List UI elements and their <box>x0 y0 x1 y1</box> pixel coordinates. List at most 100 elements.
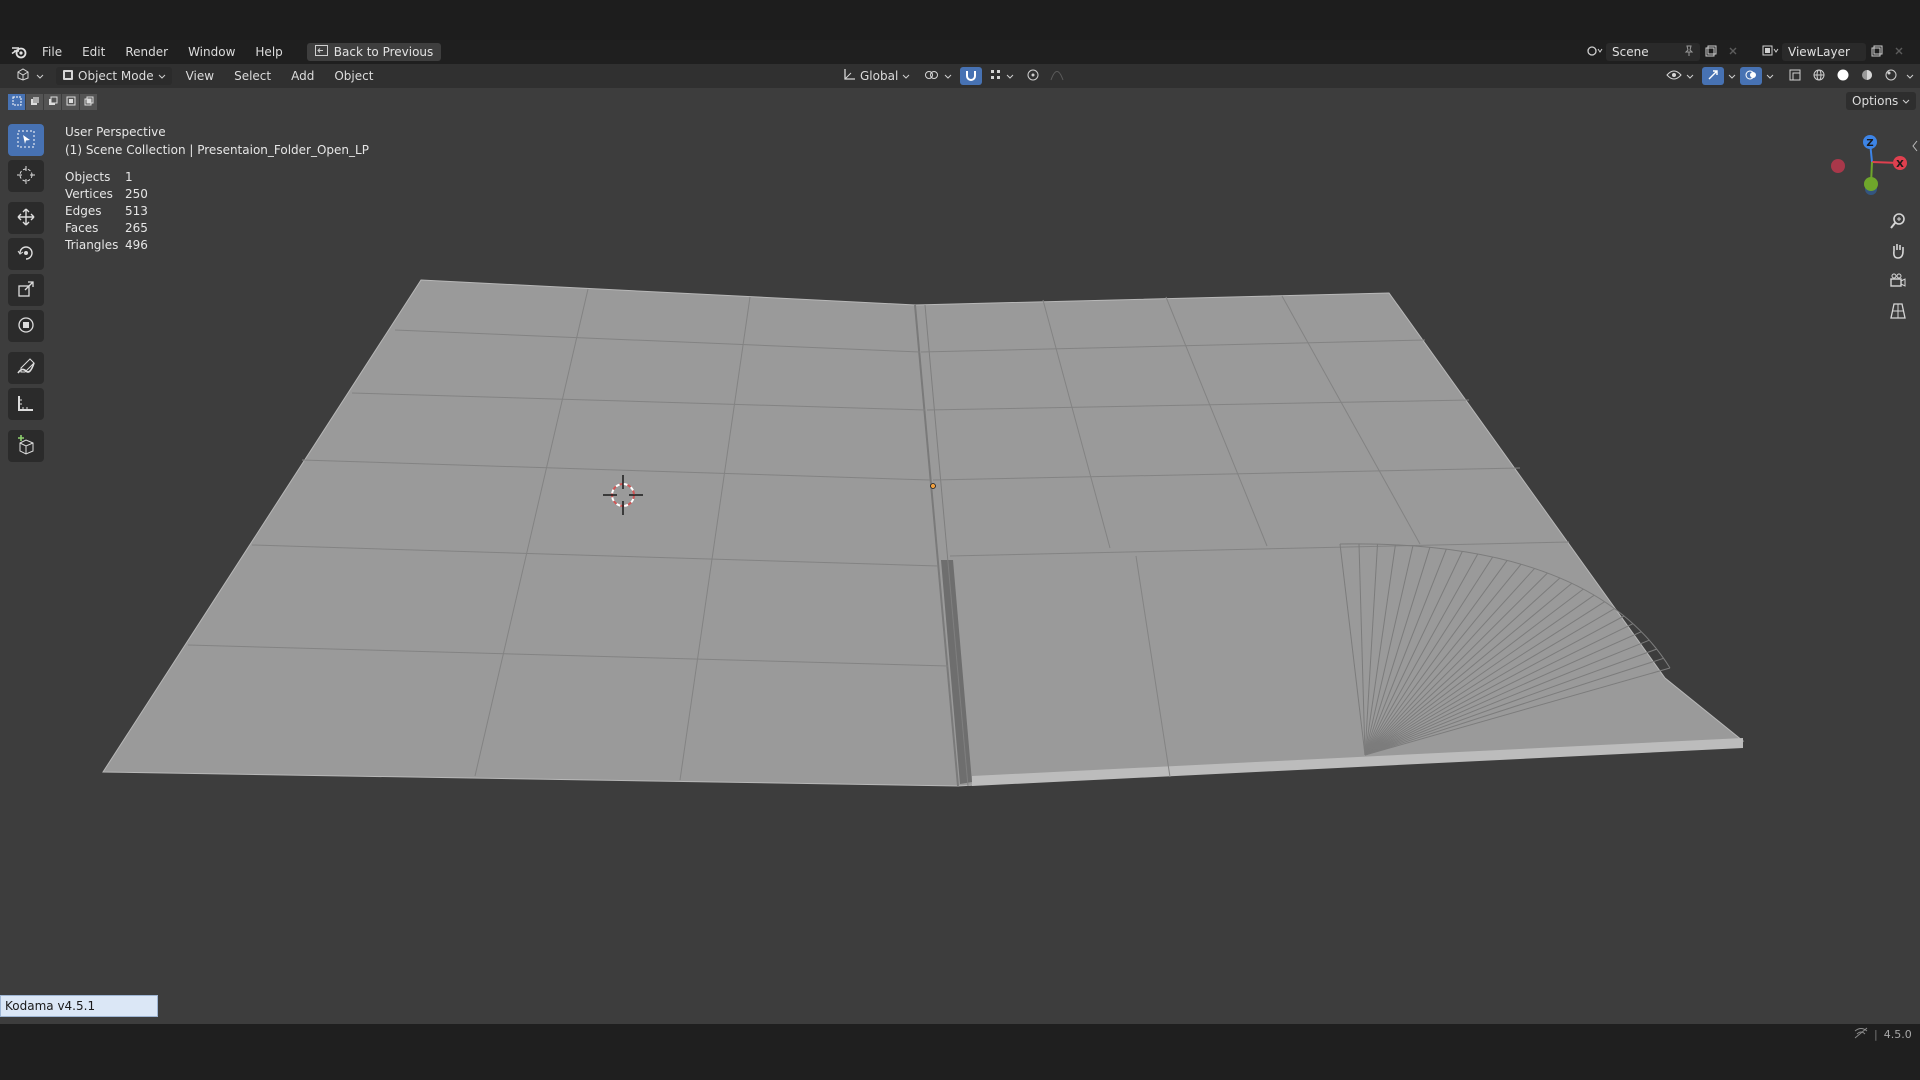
transform-orientation-dropdown[interactable]: Global <box>836 67 916 85</box>
viewlayer-selector-group: ViewLayer <box>1760 43 1910 61</box>
header-menu-select[interactable]: Select <box>224 64 281 88</box>
pin-icon[interactable] <box>1684 45 1694 60</box>
solid-sphere-icon <box>1837 69 1849 84</box>
stat-value: 496 <box>125 238 148 252</box>
transform-tool[interactable] <box>8 310 44 342</box>
viewlayer-browse-button[interactable] <box>1760 43 1782 61</box>
folder-left-panel <box>102 279 959 787</box>
solid-shading-button[interactable] <box>1832 67 1854 85</box>
scale-tool[interactable] <box>8 274 44 306</box>
delete-scene-button[interactable] <box>1722 43 1744 61</box>
select-intersect-icon <box>84 95 94 109</box>
proportional-falloff-button[interactable] <box>1046 67 1068 85</box>
hand-pan-icon <box>1889 242 1907 263</box>
stat-row: Edges 513 <box>65 203 148 220</box>
cursor-tool[interactable] <box>8 160 44 192</box>
object-mode-label: Object Mode <box>78 69 154 83</box>
overlays-options-dropdown[interactable] <box>1764 67 1776 85</box>
header-menu-add[interactable]: Add <box>281 64 324 88</box>
move-tool[interactable] <box>8 202 44 234</box>
sidebar-toggle-icon[interactable] <box>1911 140 1919 155</box>
proportional-editing-icon <box>1027 69 1039 84</box>
view-perspective-label: User Perspective <box>65 125 166 139</box>
object-origin-dot <box>930 483 936 489</box>
scene-selector-group: Scene <box>1584 43 1744 61</box>
scene-browse-button[interactable] <box>1584 43 1606 61</box>
wireframe-sphere-icon <box>1813 69 1825 84</box>
scene-name-field[interactable]: Scene <box>1606 43 1700 61</box>
zoom-button[interactable] <box>1882 208 1914 236</box>
visibility-dropdown[interactable] <box>1660 67 1700 85</box>
select-new-button[interactable] <box>8 94 25 110</box>
select-extend-button[interactable] <box>26 94 43 110</box>
show-overlays-button[interactable] <box>1740 67 1762 85</box>
wireframe-shading-button[interactable] <box>1808 67 1830 85</box>
viewport-navigation <box>1882 208 1914 328</box>
camera-view-button[interactable] <box>1882 268 1914 296</box>
scene-name-label: Scene <box>1612 45 1649 59</box>
snap-toggle-button[interactable] <box>960 67 983 85</box>
rendered-sphere-icon <box>1885 69 1897 84</box>
select-intersect-button[interactable] <box>80 94 97 110</box>
new-viewlayer-button[interactable] <box>1866 43 1888 61</box>
top-menubar: File Edit Render Window Help Back to Pre… <box>0 40 1920 64</box>
gizmo-z-label: Z <box>1866 138 1873 149</box>
stat-label: Faces <box>65 221 99 235</box>
gizmo-y-ball[interactable] <box>1864 177 1878 191</box>
navigation-gizmo[interactable]: Z X <box>1820 128 1920 208</box>
tool-settings-bar: Options <box>0 88 1920 116</box>
perspective-toggle-button[interactable] <box>1882 298 1914 326</box>
editor-type-button[interactable] <box>10 67 50 85</box>
back-to-previous-button[interactable]: Back to Previous <box>306 43 442 61</box>
delete-viewlayer-button[interactable] <box>1888 43 1910 61</box>
pivot-point-dropdown[interactable] <box>918 67 958 85</box>
blender-logo-icon[interactable] <box>6 40 32 64</box>
pan-button[interactable] <box>1882 238 1914 266</box>
add-cube-tool[interactable] <box>8 430 44 462</box>
proportional-editing-button[interactable] <box>1022 67 1044 85</box>
rotate-tool[interactable] <box>8 238 44 270</box>
xray-icon <box>1789 69 1801 84</box>
pivot-link-icon <box>924 69 940 84</box>
select-subtract-button[interactable] <box>44 94 61 110</box>
annotate-tool[interactable] <box>8 352 44 384</box>
header-menu-view[interactable]: View <box>176 64 224 88</box>
menu-file[interactable]: File <box>32 40 72 64</box>
new-scene-button[interactable] <box>1700 43 1722 61</box>
options-dropdown[interactable]: Options <box>1846 92 1917 110</box>
header-menu-object[interactable]: Object <box>324 64 383 88</box>
move-arrows-icon <box>16 207 36 230</box>
close-icon <box>1894 45 1904 59</box>
scale-icon <box>17 280 35 301</box>
viewlayer-name-field[interactable]: ViewLayer <box>1782 43 1866 61</box>
stat-value: 265 <box>125 221 148 235</box>
select-box-tool[interactable] <box>8 124 44 156</box>
view3d-editor-icon <box>16 68 32 84</box>
snap-target-dropdown[interactable] <box>984 67 1020 85</box>
xray-toggle-button[interactable] <box>1784 67 1806 85</box>
object-mode-dropdown[interactable]: Object Mode <box>56 67 172 85</box>
object-mode-icon <box>62 69 74 84</box>
select-invert-button[interactable] <box>62 94 79 110</box>
material-shading-button[interactable] <box>1856 67 1878 85</box>
render-layers-icon <box>1762 45 1780 60</box>
shading-options-dropdown[interactable] <box>1904 67 1916 85</box>
rendered-shading-button[interactable] <box>1880 67 1902 85</box>
stat-value: 1 <box>125 170 133 184</box>
blender-version-label: 4.5.0 <box>1883 1028 1912 1041</box>
cursor-arrow-icon <box>17 130 35 151</box>
stat-row: Vertices 250 <box>65 186 148 203</box>
select-invert-icon <box>66 95 76 109</box>
menu-edit[interactable]: Edit <box>72 40 115 64</box>
stat-row: Faces 265 <box>65 220 148 237</box>
gizmo-neg-x-ball[interactable] <box>1831 159 1845 173</box>
gizmo-options-dropdown[interactable] <box>1726 67 1738 85</box>
measure-tool[interactable] <box>8 388 44 420</box>
viewport-canvas[interactable] <box>0 116 1920 1024</box>
chevron-down-icon <box>1686 69 1694 83</box>
addon-version-badge[interactable]: Kodama v4.5.1 <box>0 995 158 1017</box>
menu-window[interactable]: Window <box>178 40 245 64</box>
menu-render[interactable]: Render <box>115 40 178 64</box>
show-gizmo-button[interactable] <box>1702 67 1724 85</box>
menu-help[interactable]: Help <box>245 40 292 64</box>
